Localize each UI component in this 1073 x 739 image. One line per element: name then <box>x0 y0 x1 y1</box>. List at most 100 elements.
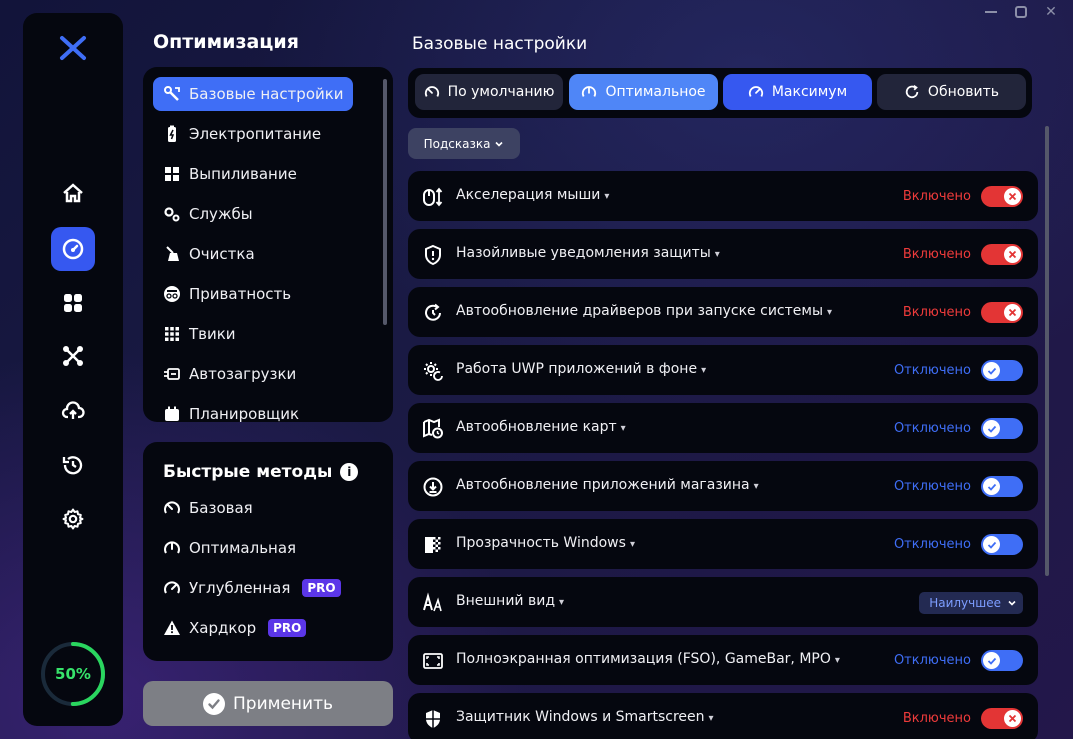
nav-cloud[interactable] <box>51 389 95 433</box>
quick-method-label: Углубленная <box>189 579 291 597</box>
setting-label[interactable]: Автообновление драйверов при запуске сис… <box>456 303 832 319</box>
hint-dropdown[interactable]: Подсказка <box>408 128 520 159</box>
category-basic[interactable]: Базовые настройки <box>153 77 353 111</box>
setting-label[interactable]: Работа UWP приложений в фоне ▾ <box>456 361 706 377</box>
preset-maximum-button[interactable]: Максимум <box>723 74 872 110</box>
status-text: Включено <box>902 305 971 320</box>
category-services[interactable]: Службы <box>153 197 353 231</box>
preset-label: Оптимальное <box>605 84 706 100</box>
setting-toggle[interactable] <box>981 534 1023 555</box>
setting-toggle[interactable] <box>981 708 1023 729</box>
setting-label[interactable]: Полноэкранная оптимизация (FSO), GameBar… <box>456 651 840 667</box>
quick-methods-heading: Быстрые методы <box>163 462 333 482</box>
nav-optimization[interactable] <box>51 227 95 271</box>
setting-toggle[interactable] <box>981 650 1023 671</box>
setting-label[interactable]: Акселерация мыши ▾ <box>456 187 609 203</box>
category-label: Электропитание <box>189 125 322 143</box>
nav-network[interactable] <box>51 334 95 378</box>
setting-toggle[interactable] <box>981 418 1023 439</box>
startup-icon <box>163 365 181 383</box>
setting-label[interactable]: Автообновление карт ▾ <box>456 419 626 435</box>
status-text: Отключено <box>893 363 971 378</box>
refresh-icon <box>905 85 919 99</box>
setting-toggle[interactable] <box>981 302 1023 323</box>
setting-label-text: Защитник Windows и Smartscreen <box>456 709 705 725</box>
setting-label[interactable]: Защитник Windows и Smartscreen ▾ <box>456 709 714 725</box>
gear-icon <box>62 508 84 530</box>
chevron-down-icon: ▾ <box>827 307 833 318</box>
appearance-select[interactable]: Наилучшее <box>919 592 1023 614</box>
category-power[interactable]: Электропитание <box>153 117 353 151</box>
category-scrollbar[interactable] <box>383 79 387 325</box>
setting-label[interactable]: Автообновление приложений магазина ▾ <box>456 477 759 493</box>
category-debloat[interactable]: Выпиливание <box>153 157 353 191</box>
chevron-down-icon: ▾ <box>559 597 565 608</box>
chevron-down-icon: ▾ <box>714 249 720 260</box>
setting-label[interactable]: Прозрачность Windows ▾ <box>456 535 635 551</box>
setting-toggle[interactable] <box>981 186 1023 207</box>
setting-label[interactable]: Внешний вид ▾ <box>456 593 564 609</box>
info-icon[interactable]: i <box>340 463 359 481</box>
category-startup[interactable]: Автозагрузки <box>153 357 353 391</box>
status-text: Включено <box>902 711 971 726</box>
setting-row-fullscreen-optimization: Полноэкранная оптимизация (FSO), GameBar… <box>408 635 1038 685</box>
setting-row-maps-autoupdate: Автообновление карт ▾ Отключено <box>408 403 1038 453</box>
apply-button[interactable]: Применить <box>143 681 393 726</box>
transparency-icon <box>422 534 444 556</box>
settings-scrollbar[interactable] <box>1045 126 1049 576</box>
fullscreen-icon <box>422 650 444 672</box>
nav-history[interactable] <box>51 443 95 487</box>
quick-method-basic[interactable]: Базовая <box>163 499 253 517</box>
setting-label-text: Автообновление приложений магазина <box>456 477 750 493</box>
preset-default-button[interactable]: По умолчанию <box>415 74 563 110</box>
status-text: Отключено <box>893 479 971 494</box>
quick-method-hardcore[interactable]: Хардкор PRO <box>163 619 307 637</box>
setting-row-mouse-acceleration: Акселерация мыши ▾ Включено <box>408 171 1038 221</box>
chevron-down-icon: ▾ <box>701 365 707 376</box>
nav-apps[interactable] <box>51 281 95 325</box>
close-icon[interactable]: ✕ <box>1043 4 1059 20</box>
chevron-down-icon: ▾ <box>834 655 840 666</box>
window-controls: ✕ <box>983 4 1059 20</box>
calendar-icon <box>163 405 181 422</box>
setting-toggle[interactable] <box>981 360 1023 381</box>
category-cleanup[interactable]: Очистка <box>153 237 353 271</box>
minimize-icon[interactable] <box>983 4 999 20</box>
setting-toggle[interactable] <box>981 476 1023 497</box>
select-value: Наилучшее <box>929 596 1001 610</box>
chevron-down-icon <box>495 141 503 147</box>
setting-toggle[interactable] <box>981 244 1023 265</box>
category-tweaks[interactable]: Твики <box>153 317 353 351</box>
driver-update-icon <box>422 302 444 324</box>
setting-label-text: Работа UWP приложений в фоне <box>456 361 698 377</box>
category-privacy[interactable]: Приватность <box>153 277 353 311</box>
setting-label[interactable]: Назойливые уведомления защиты ▾ <box>456 245 720 261</box>
x-logo-icon[interactable] <box>59 35 87 61</box>
warning-icon <box>163 619 181 637</box>
battery-icon <box>163 125 181 143</box>
category-scheduler[interactable]: Планировщик <box>153 397 353 422</box>
pro-badge: PRO <box>268 619 307 637</box>
network-nodes-icon <box>63 346 83 366</box>
quick-method-optimal[interactable]: Оптимальная <box>163 539 296 557</box>
tools-icon <box>163 85 181 103</box>
category-list: Базовые настройки Электропитание Выпилив… <box>143 67 393 422</box>
maximize-icon[interactable] <box>1013 4 1029 20</box>
nav-settings[interactable] <box>51 497 95 541</box>
check-icon <box>983 478 1000 495</box>
incognito-icon <box>163 285 181 303</box>
refresh-button[interactable]: Обновить <box>877 74 1026 110</box>
nav-home[interactable] <box>51 171 95 215</box>
category-label: Планировщик <box>189 405 300 422</box>
status-text: Включено <box>902 189 971 204</box>
check-icon <box>983 536 1000 553</box>
gauge-high-icon <box>748 86 763 97</box>
check-icon <box>983 420 1000 437</box>
mouse-icon <box>422 186 444 208</box>
preset-bar: По умолчанию Оптимальное Максимум Обнови… <box>408 68 1032 118</box>
quick-method-deep[interactable]: Углубленная PRO <box>163 579 341 597</box>
check-circle-icon <box>203 692 225 715</box>
preset-label: По умолчанию <box>447 84 555 100</box>
preset-optimal-button[interactable]: Оптимальное <box>569 74 718 110</box>
gear-refresh-icon <box>422 360 444 382</box>
